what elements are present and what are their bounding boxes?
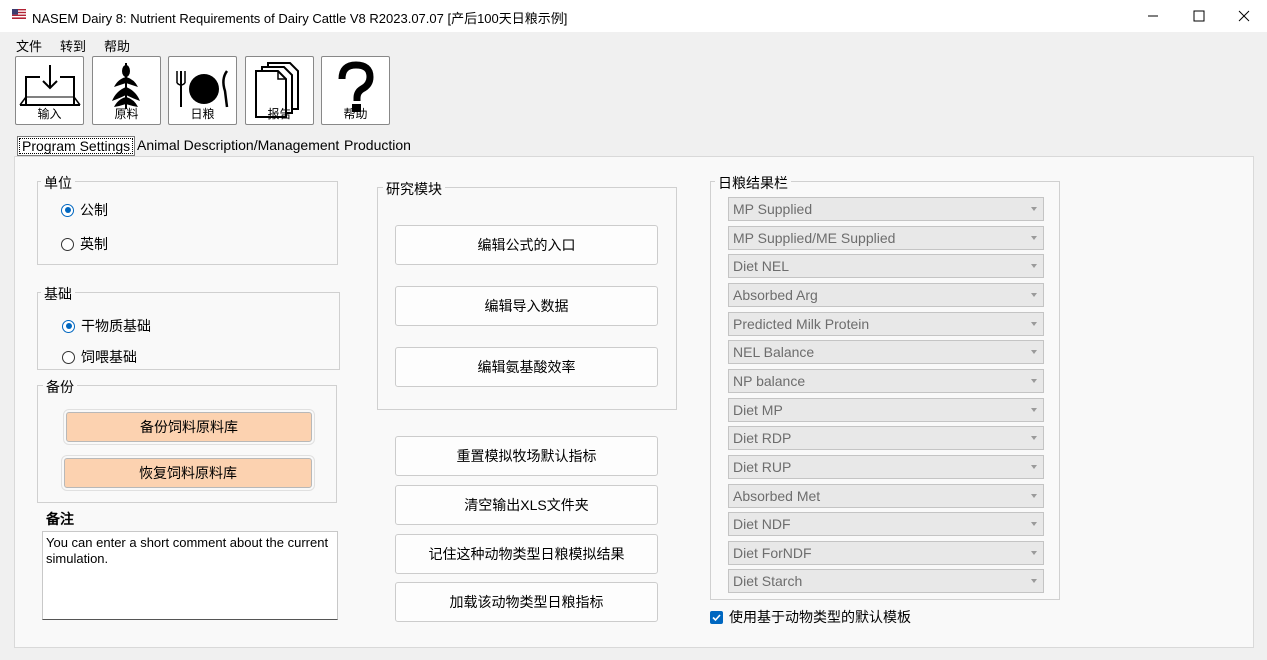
reset-defaults-button[interactable]: 重置模拟牧场默认指标 — [395, 436, 658, 476]
menu-goto[interactable]: 转到 — [60, 36, 86, 55]
clear-xls-folder-button[interactable]: 清空输出XLS文件夹 — [395, 485, 658, 525]
report-label: 报告 — [267, 107, 292, 121]
diet-result-dropdown[interactable]: Diet RUP — [728, 455, 1044, 479]
diet-label: 日粮 — [190, 107, 215, 121]
units-title: 单位 — [41, 173, 75, 193]
radio-dry-matter-dot — [62, 319, 75, 333]
diet-result-dropdown-value: Diet RUP — [733, 459, 792, 475]
chevron-down-icon — [1031, 207, 1037, 211]
edit-aa-efficiency-button[interactable]: 编辑氨基酸效率 — [395, 347, 658, 387]
checkbox-checked-icon — [710, 610, 723, 624]
diet-result-dropdown[interactable]: MP Supplied/ME Supplied — [728, 226, 1044, 250]
minimize-button[interactable] — [1130, 0, 1176, 32]
diet-result-dropdown-value: Diet NEL — [733, 258, 790, 274]
diet-result-dropdown[interactable]: Diet NDF — [728, 512, 1044, 536]
diet-result-dropdown-value: Diet ForNDF — [733, 545, 812, 561]
radio-imperial-dot — [61, 237, 74, 251]
menu-bar: 文件 转到 帮助 — [0, 32, 1267, 54]
window-title: NASEM Dairy 8: Nutrient Requirements of … — [32, 11, 568, 26]
close-button[interactable] — [1221, 0, 1267, 32]
diet-result-dropdown-value: Absorbed Met — [733, 488, 821, 504]
default-template-label: 使用基于动物类型的默认模板 — [729, 609, 911, 625]
help-button[interactable]: 帮助 — [321, 56, 390, 125]
radio-metric[interactable]: 公制 — [61, 200, 108, 220]
diet-result-dropdown-value: NP balance — [733, 373, 806, 389]
chevron-down-icon — [1031, 322, 1037, 326]
diet-result-dropdown[interactable]: Diet RDP — [728, 426, 1044, 450]
edit-import-data-button[interactable]: 编辑导入数据 — [395, 286, 658, 326]
diet-result-dropdown[interactable]: NEL Balance — [728, 340, 1044, 364]
chevron-down-icon — [1031, 436, 1037, 440]
edit-equations-button[interactable]: 编辑公式的入口 — [395, 225, 658, 265]
diet-result-dropdown[interactable]: Absorbed Arg — [728, 283, 1044, 307]
diet-result-dropdown[interactable]: Diet NEL — [728, 254, 1044, 278]
chevron-down-icon — [1031, 350, 1037, 354]
report-button[interactable]: 报告 — [245, 56, 314, 125]
chevron-down-icon — [1031, 522, 1037, 526]
maximize-button[interactable] — [1176, 0, 1222, 32]
diet-result-dropdown[interactable]: Absorbed Met — [728, 484, 1044, 508]
remember-results-button[interactable]: 记住这种动物类型日粮模拟结果 — [395, 534, 658, 574]
diet-result-dropdown[interactable]: NP balance — [728, 369, 1044, 393]
ingredients-button[interactable]: 原料 — [92, 56, 161, 125]
notes-title: 备注 — [46, 511, 74, 527]
restore-feed-library-button[interactable]: 恢复饲料原料库 — [61, 455, 315, 491]
notes-textarea[interactable]: You can enter a short comment about the … — [42, 531, 338, 620]
diet-results-title: 日粮结果栏 — [715, 173, 791, 193]
menu-help[interactable]: 帮助 — [104, 36, 130, 55]
radio-as-fed[interactable]: 饲喂基础 — [62, 347, 137, 367]
chevron-down-icon — [1031, 236, 1037, 240]
radio-imperial-label: 英制 — [80, 236, 108, 252]
backup-feed-library-button[interactable]: 备份饲料原料库 — [63, 409, 315, 445]
diet-result-dropdown-value: Absorbed Arg — [733, 287, 818, 303]
chevron-down-icon — [1031, 579, 1037, 583]
radio-dry-matter[interactable]: 干物质基础 — [62, 316, 151, 336]
tab-program-settings[interactable]: Program Settings — [17, 136, 136, 156]
diet-result-dropdown-value: MP Supplied — [733, 201, 813, 217]
chevron-down-icon — [1031, 293, 1037, 297]
menu-file[interactable]: 文件 — [16, 36, 42, 55]
title-bar: NASEM Dairy 8: Nutrient Requirements of … — [0, 0, 1267, 32]
chevron-down-icon — [1031, 379, 1037, 383]
backup-title: 备份 — [43, 377, 77, 397]
tab-animal-description[interactable]: Animal Description/Management — [133, 136, 343, 156]
import-label: 输入 — [37, 107, 62, 121]
diet-result-dropdown-value: Diet MP — [733, 402, 783, 418]
diet-result-dropdown-value: Diet NDF — [733, 516, 791, 532]
import-button[interactable]: 输入 — [15, 56, 84, 125]
research-module-title: 研究模块 — [383, 179, 445, 199]
diet-result-dropdown-value: Diet Starch — [733, 573, 803, 589]
chevron-down-icon — [1031, 494, 1037, 498]
diet-result-dropdown-value: MP Supplied/ME Supplied — [733, 230, 896, 246]
diet-result-dropdown[interactable]: Diet ForNDF — [728, 541, 1044, 565]
diet-result-dropdown[interactable]: MP Supplied — [728, 197, 1044, 221]
default-template-checkbox[interactable]: 使用基于动物类型的默认模板 — [710, 607, 911, 627]
radio-as-fed-dot — [62, 350, 75, 364]
diet-button[interactable]: 日粮 — [168, 56, 237, 125]
close-icon — [1238, 10, 1250, 22]
maximize-icon — [1193, 10, 1205, 22]
help-label: 帮助 — [343, 107, 368, 121]
basis-title: 基础 — [41, 284, 75, 304]
diet-result-dropdown[interactable]: Predicted Milk Protein — [728, 312, 1044, 336]
diet-result-dropdown[interactable]: Diet MP — [728, 398, 1044, 422]
diet-result-dropdown-value: Diet RDP — [733, 430, 792, 446]
us-flag-icon — [12, 9, 26, 19]
diet-result-dropdown-value: Predicted Milk Protein — [733, 316, 870, 332]
diet-result-dropdown-value: NEL Balance — [733, 344, 815, 360]
minimize-icon — [1148, 15, 1158, 17]
radio-metric-dot — [61, 203, 74, 217]
chevron-down-icon — [1031, 465, 1037, 469]
chevron-down-icon — [1031, 408, 1037, 412]
diet-result-dropdown[interactable]: Diet Starch — [728, 569, 1044, 593]
radio-metric-label: 公制 — [80, 202, 108, 218]
chevron-down-icon — [1031, 551, 1037, 555]
ingredients-label: 原料 — [114, 107, 139, 121]
tab-production[interactable]: Production — [340, 136, 415, 156]
radio-dry-matter-label: 干物质基础 — [81, 318, 151, 334]
radio-imperial[interactable]: 英制 — [61, 234, 108, 254]
chevron-down-icon — [1031, 264, 1037, 268]
radio-as-fed-label: 饲喂基础 — [81, 349, 137, 365]
load-diet-indicators-button[interactable]: 加载该动物类型日粮指标 — [395, 582, 658, 622]
